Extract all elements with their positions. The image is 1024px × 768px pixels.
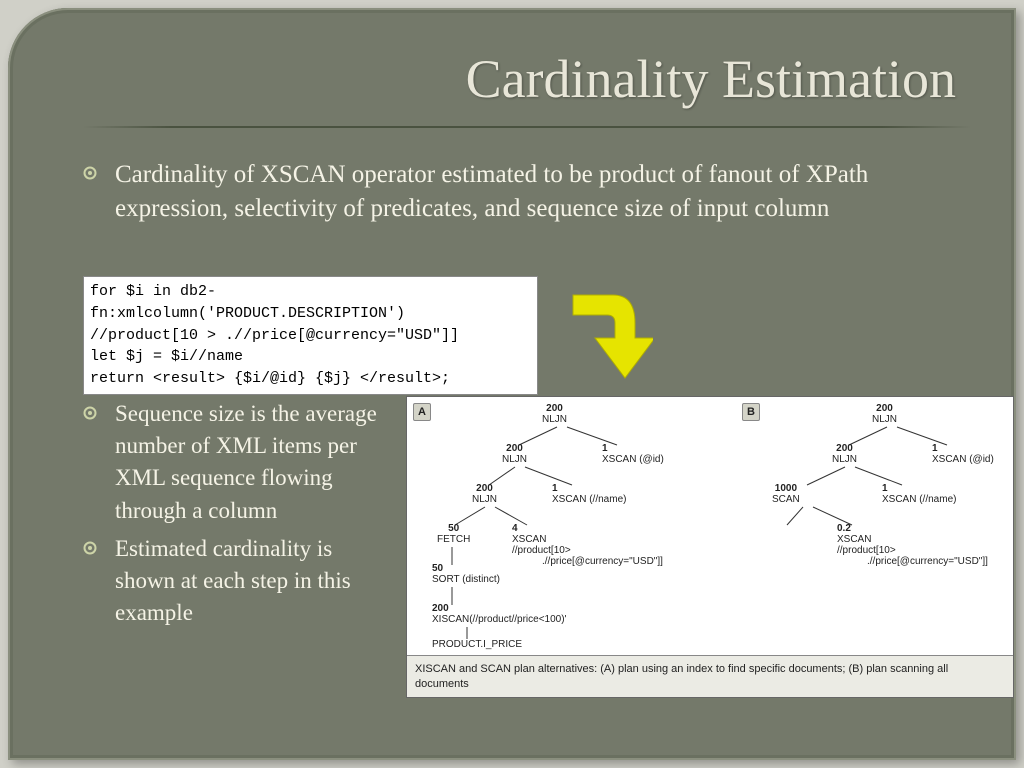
bullet-2: Sequence size is the average number of X… [83, 398, 393, 527]
content-area: Cardinality of XSCAN operator estimated … [83, 158, 971, 232]
a-n5: 1XSCAN (//name) [552, 483, 626, 505]
a-n3: 1XSCAN (@id) [602, 443, 664, 465]
a-n6: 50FETCH [437, 523, 470, 545]
a-n2: 200NLJN [502, 443, 527, 465]
b-n6: 0.2XSCAN//product[10>.//price[@currency=… [837, 523, 988, 567]
a-n4: 200NLJN [472, 483, 497, 505]
code-line-4: return <result> {$i/@id} {$j} </result>; [90, 368, 531, 390]
slide-title: Cardinality Estimation [466, 48, 956, 110]
bullet-1: Cardinality of XSCAN operator estimated … [83, 158, 971, 226]
code-block: for $i in db2-fn:xmlcolumn('PRODUCT.DESC… [83, 276, 538, 395]
bullet-3: Estimated cardinality is shown at each s… [83, 533, 393, 630]
b-n5: 1XSCAN (//name) [882, 483, 956, 505]
a-n8: 50SORT (distinct) [432, 563, 500, 585]
a-n7: 4XSCAN//product[10>.//price[@currency="U… [512, 523, 663, 567]
bullet-2-text: Sequence size is the average number of X… [115, 398, 393, 527]
slide: Cardinality Estimation Cardinality of XS… [8, 8, 1016, 760]
bullet-1-text: Cardinality of XSCAN operator estimated … [115, 158, 971, 226]
code-line-1: for $i in db2-fn:xmlcolumn('PRODUCT.DESC… [90, 281, 531, 325]
code-line-3: let $j = $i//name [90, 346, 531, 368]
b-n1: 200NLJN [872, 403, 897, 425]
bullet-icon [83, 533, 115, 630]
a-n10: PRODUCT.I_PRICE [432, 639, 522, 650]
bullet-3-text: Estimated cardinality is shown at each s… [115, 533, 393, 630]
diagram-caption: XISCAN and SCAN plan alternatives: (A) p… [407, 655, 1013, 697]
b-n4: 1000SCAN [772, 483, 800, 505]
b-n2: 200NLJN [832, 443, 857, 465]
b-n3: 1XSCAN (@id) [932, 443, 994, 465]
arrow-icon [563, 283, 653, 383]
lower-bullets: Sequence size is the average number of X… [83, 398, 393, 635]
title-divider [83, 126, 971, 128]
code-line-2: //product[10 > .//price[@currency="USD"]… [90, 325, 531, 347]
plan-diagram: A B 200NLJN 200NLJN 1XSCAN (@id) 200NLJN [406, 396, 1014, 698]
a-n1: 200NLJN [542, 403, 567, 425]
bullet-icon [83, 398, 115, 527]
a-n9: 200XISCAN(//product//price<100)' [432, 603, 566, 625]
bullet-icon [83, 158, 115, 226]
